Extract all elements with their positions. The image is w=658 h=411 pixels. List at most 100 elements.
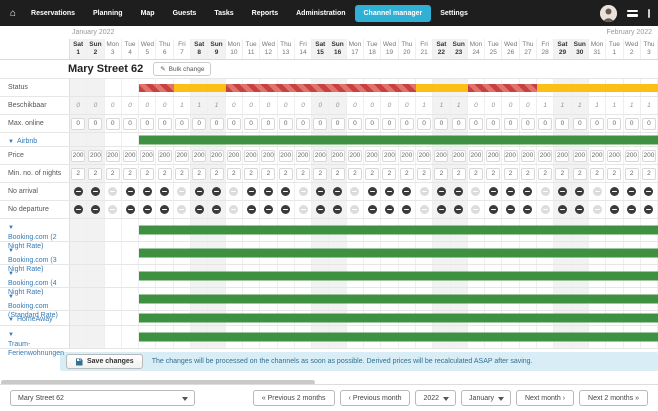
min-nights-input[interactable]: [469, 168, 483, 180]
no-entry-icon[interactable]: [402, 205, 411, 214]
price-input[interactable]: [313, 150, 327, 162]
no-entry-icon[interactable]: [195, 205, 204, 214]
min-nights-input[interactable]: [486, 168, 500, 180]
no-entry-icon[interactable]: [627, 205, 636, 214]
no-entry-icon[interactable]: [91, 205, 100, 214]
next-2-months-button[interactable]: Next 2 months »: [579, 390, 648, 406]
nav-item-map[interactable]: Map: [132, 5, 164, 22]
price-input[interactable]: [158, 150, 172, 162]
no-entry-icon[interactable]: [489, 187, 498, 196]
kebab-icon[interactable]: [648, 9, 650, 18]
max-online-input[interactable]: [469, 118, 483, 130]
next-month-button[interactable]: Next month ›: [516, 390, 574, 406]
min-nights-input[interactable]: [434, 168, 448, 180]
min-nights-input[interactable]: [642, 168, 656, 180]
max-online-input[interactable]: [417, 118, 431, 130]
no-entry-icon[interactable]: [523, 187, 532, 196]
no-entry-icon[interactable]: [506, 205, 515, 214]
property-select[interactable]: Mary Street 62: [10, 390, 195, 406]
year-select[interactable]: 2022: [415, 390, 456, 406]
channel-link[interactable]: ▼Booking.com (3 Night Rate): [0, 242, 70, 264]
price-input[interactable]: [279, 150, 293, 162]
max-online-input[interactable]: [331, 118, 345, 130]
price-input[interactable]: [106, 150, 120, 162]
channel-link[interactable]: ▼Booking.com (4 Night Rate): [0, 265, 70, 287]
channel-link[interactable]: ▼Traum-Ferienwohnungen: [0, 326, 70, 348]
min-nights-input[interactable]: [244, 168, 258, 180]
max-online-input[interactable]: [607, 118, 621, 130]
no-entry-icon[interactable]: [644, 205, 653, 214]
price-input[interactable]: [417, 150, 431, 162]
no-entry-icon[interactable]: [177, 205, 186, 214]
no-entry-icon[interactable]: [160, 205, 169, 214]
no-entry-icon[interactable]: [627, 187, 636, 196]
no-entry-icon[interactable]: [385, 187, 394, 196]
min-nights-input[interactable]: [192, 168, 206, 180]
min-nights-input[interactable]: [452, 168, 466, 180]
no-entry-icon[interactable]: [299, 205, 308, 214]
max-online-input[interactable]: [625, 118, 639, 130]
no-entry-icon[interactable]: [471, 187, 480, 196]
nav-item-channel-manager[interactable]: Channel manager: [355, 5, 432, 22]
no-entry-icon[interactable]: [575, 205, 584, 214]
price-input[interactable]: [71, 150, 85, 162]
price-input[interactable]: [88, 150, 102, 162]
user-avatar[interactable]: [600, 5, 617, 22]
no-entry-icon[interactable]: [108, 187, 117, 196]
channel-link[interactable]: ▼Booking.com (2 Night Rate): [0, 219, 70, 241]
max-online-input[interactable]: [261, 118, 275, 130]
price-input[interactable]: [590, 150, 604, 162]
no-entry-icon[interactable]: [420, 205, 429, 214]
min-nights-input[interactable]: [625, 168, 639, 180]
price-input[interactable]: [625, 150, 639, 162]
price-input[interactable]: [331, 150, 345, 162]
price-input[interactable]: [382, 150, 396, 162]
no-entry-icon[interactable]: [454, 187, 463, 196]
max-online-input[interactable]: [313, 118, 327, 130]
min-nights-input[interactable]: [590, 168, 604, 180]
nav-item-reservations[interactable]: Reservations: [22, 5, 84, 22]
no-entry-icon[interactable]: [74, 187, 83, 196]
min-nights-input[interactable]: [331, 168, 345, 180]
price-input[interactable]: [469, 150, 483, 162]
price-input[interactable]: [123, 150, 137, 162]
no-entry-icon[interactable]: [523, 205, 532, 214]
min-nights-input[interactable]: [175, 168, 189, 180]
price-input[interactable]: [296, 150, 310, 162]
no-entry-icon[interactable]: [593, 187, 602, 196]
no-entry-icon[interactable]: [74, 205, 83, 214]
max-online-input[interactable]: [123, 118, 137, 130]
max-online-input[interactable]: [106, 118, 120, 130]
no-entry-icon[interactable]: [420, 187, 429, 196]
max-online-input[interactable]: [192, 118, 206, 130]
price-input[interactable]: [573, 150, 587, 162]
no-entry-icon[interactable]: [368, 205, 377, 214]
no-entry-icon[interactable]: [108, 205, 117, 214]
max-online-input[interactable]: [400, 118, 414, 130]
no-entry-icon[interactable]: [610, 205, 619, 214]
no-entry-icon[interactable]: [541, 187, 550, 196]
no-entry-icon[interactable]: [91, 187, 100, 196]
no-entry-icon[interactable]: [558, 187, 567, 196]
min-nights-input[interactable]: [538, 168, 552, 180]
no-entry-icon[interactable]: [350, 187, 359, 196]
no-entry-icon[interactable]: [454, 205, 463, 214]
no-entry-icon[interactable]: [177, 187, 186, 196]
min-nights-input[interactable]: [210, 168, 224, 180]
price-input[interactable]: [400, 150, 414, 162]
max-online-input[interactable]: [486, 118, 500, 130]
price-input[interactable]: [227, 150, 241, 162]
no-entry-icon[interactable]: [575, 187, 584, 196]
price-input[interactable]: [555, 150, 569, 162]
no-entry-icon[interactable]: [489, 205, 498, 214]
month-select[interactable]: January: [461, 390, 511, 406]
no-entry-icon[interactable]: [212, 205, 221, 214]
price-input[interactable]: [365, 150, 379, 162]
no-entry-icon[interactable]: [212, 187, 221, 196]
max-online-input[interactable]: [382, 118, 396, 130]
max-online-input[interactable]: [244, 118, 258, 130]
min-nights-input[interactable]: [88, 168, 102, 180]
max-online-input[interactable]: [555, 118, 569, 130]
price-input[interactable]: [140, 150, 154, 162]
max-online-input[interactable]: [227, 118, 241, 130]
